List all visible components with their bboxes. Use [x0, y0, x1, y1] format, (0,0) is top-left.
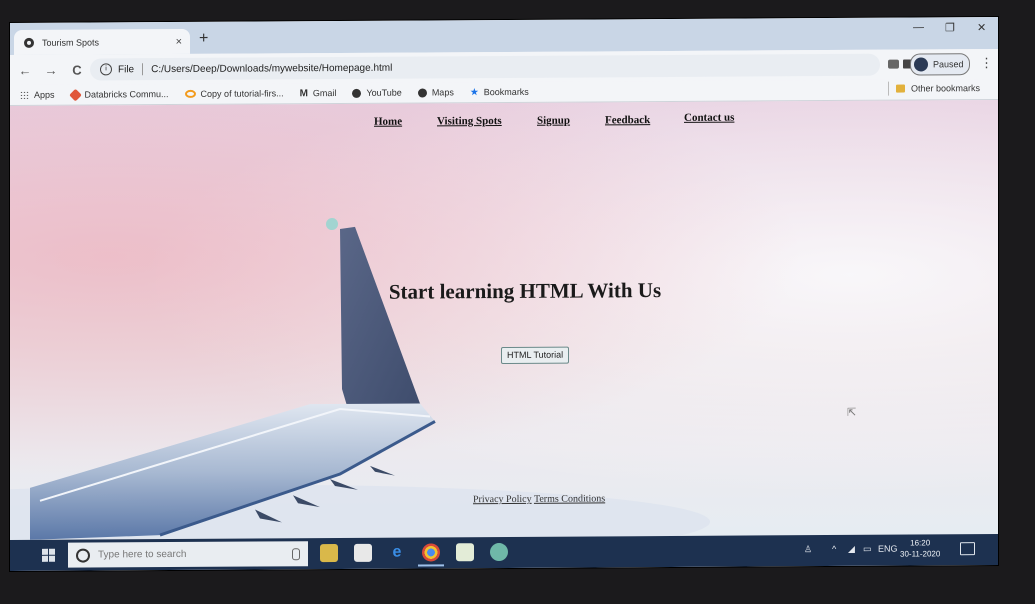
bookmark-label: Apps — [34, 89, 55, 100]
app-icon[interactable] — [490, 542, 508, 562]
html-tutorial-button[interactable]: HTML Tutorial — [501, 346, 570, 365]
close-window-button[interactable]: ✕ — [977, 21, 986, 34]
databricks-icon — [68, 88, 82, 101]
nav-visiting-spots-link[interactable]: Visiting Spots — [437, 115, 502, 127]
globe-icon — [24, 37, 34, 48]
other-bookmarks-label: Other bookmarks — [911, 83, 981, 94]
address-separator — [142, 63, 144, 76]
address-url[interactable]: C:/Users/Deep/Downloads/mywebsite/Homepa… — [151, 62, 392, 74]
gmail-icon: M — [299, 87, 308, 99]
profile-button[interactable]: Paused — [910, 53, 970, 76]
terms-conditions-link[interactable]: Terms Conditions — [534, 493, 605, 504]
tab-close-icon[interactable]: × — [176, 35, 182, 47]
chevron-up-icon[interactable]: ^ — [832, 544, 836, 554]
back-button[interactable]: ← — [14, 62, 36, 77]
clock-date: 30-11-2020 — [900, 549, 941, 559]
nav-contact-link[interactable]: Contact us — [684, 112, 734, 124]
browser-tab[interactable]: Tourism Spots × — [14, 28, 190, 55]
people-icon[interactable]: ♙ — [804, 544, 812, 555]
nav-home-link[interactable]: Home — [374, 116, 402, 128]
new-tab-button[interactable]: + — [199, 30, 208, 48]
forward-button[interactable]: → — [40, 62, 62, 77]
store-icon[interactable] — [354, 543, 372, 562]
address-scheme: File — [118, 63, 135, 75]
bookmark-apps[interactable]: Apps — [20, 90, 55, 100]
info-icon[interactable]: i — [100, 63, 112, 76]
bookmark-label: YouTube — [366, 87, 402, 98]
nav-feedback-link[interactable]: Feedback — [605, 114, 650, 126]
folder-icon — [896, 84, 905, 93]
windows-start-icon[interactable] — [42, 548, 56, 563]
file-explorer-icon[interactable] — [320, 544, 338, 563]
colab-icon — [184, 89, 196, 98]
footer-links: Privacy Policy Terms Conditions — [473, 493, 605, 505]
bookmark-label: Copy of tutorial-firs... — [200, 88, 284, 99]
star-icon: ★ — [469, 86, 479, 98]
cast-icon[interactable] — [888, 59, 899, 69]
reload-button[interactable]: C — [66, 62, 88, 77]
privacy-policy-link[interactable]: Privacy Policy — [473, 494, 532, 505]
bookmarks-divider — [888, 81, 889, 96]
airplane-wing-image — [10, 218, 710, 541]
globe-icon — [417, 87, 427, 98]
microphone-icon[interactable] — [292, 547, 300, 560]
bookmark-label: Bookmarks — [483, 86, 529, 98]
taskbar-search-box[interactable]: Type here to search — [68, 541, 308, 568]
address-bar[interactable]: i File C:/Users/Deep/Downloads/mywebsite… — [90, 53, 932, 81]
bookmark-label: Databricks Commu... — [84, 89, 169, 100]
search-placeholder: Type here to search — [98, 548, 187, 561]
web-page: Home Visiting Spots Signup Feedback Cont… — [10, 99, 998, 541]
bookmark-label: Maps — [431, 87, 454, 98]
edge-icon[interactable]: e — [388, 544, 406, 562]
windows-taskbar: Type here to search e ♙ ^ ◢ ▭ ENG 16:20 … — [10, 533, 998, 572]
bookmark-bookmarks[interactable]: ★ Bookmarks — [469, 86, 529, 98]
bookmark-label: Gmail — [312, 88, 337, 99]
apps-grid-icon — [20, 90, 29, 100]
bookmark-maps[interactable]: Maps — [417, 87, 454, 98]
bookmark-colab[interactable]: Copy of tutorial-firs... — [184, 88, 284, 99]
avatar — [914, 57, 928, 72]
hero-title: Start learning HTML With Us — [388, 278, 662, 304]
menu-icon[interactable]: ⋮ — [980, 55, 993, 71]
chrome-icon[interactable] — [422, 543, 440, 562]
globe-icon — [352, 88, 362, 98]
profile-status: Paused — [933, 59, 964, 70]
taskbar-clock[interactable]: 16:20 30-11-2020 — [900, 537, 940, 559]
monitor-screen: Tourism Spots × + — ❐ ✕ ← → C i File C:/… — [10, 16, 998, 572]
battery-icon[interactable]: ▭ — [863, 544, 872, 555]
bookmark-youtube[interactable]: YouTube — [352, 87, 402, 98]
other-bookmarks[interactable]: Other bookmarks — [888, 81, 981, 96]
bookmark-databricks[interactable]: Databricks Commu... — [68, 88, 169, 101]
minimize-button[interactable]: — — [913, 21, 924, 33]
clock-time: 16:20 — [910, 538, 931, 548]
notepad-icon[interactable] — [456, 543, 474, 562]
language-indicator[interactable]: ENG — [878, 544, 898, 554]
restore-button[interactable]: ❐ — [945, 21, 955, 34]
mouse-cursor-icon: ⇱ — [847, 406, 857, 419]
notification-icon[interactable] — [960, 542, 975, 556]
tab-title: Tourism Spots — [42, 36, 100, 48]
bookmark-gmail[interactable]: M Gmail — [300, 88, 337, 99]
wifi-icon[interactable]: ◢ — [848, 544, 855, 555]
nav-signup-link[interactable]: Signup — [537, 115, 570, 127]
cortana-icon — [76, 548, 90, 563]
